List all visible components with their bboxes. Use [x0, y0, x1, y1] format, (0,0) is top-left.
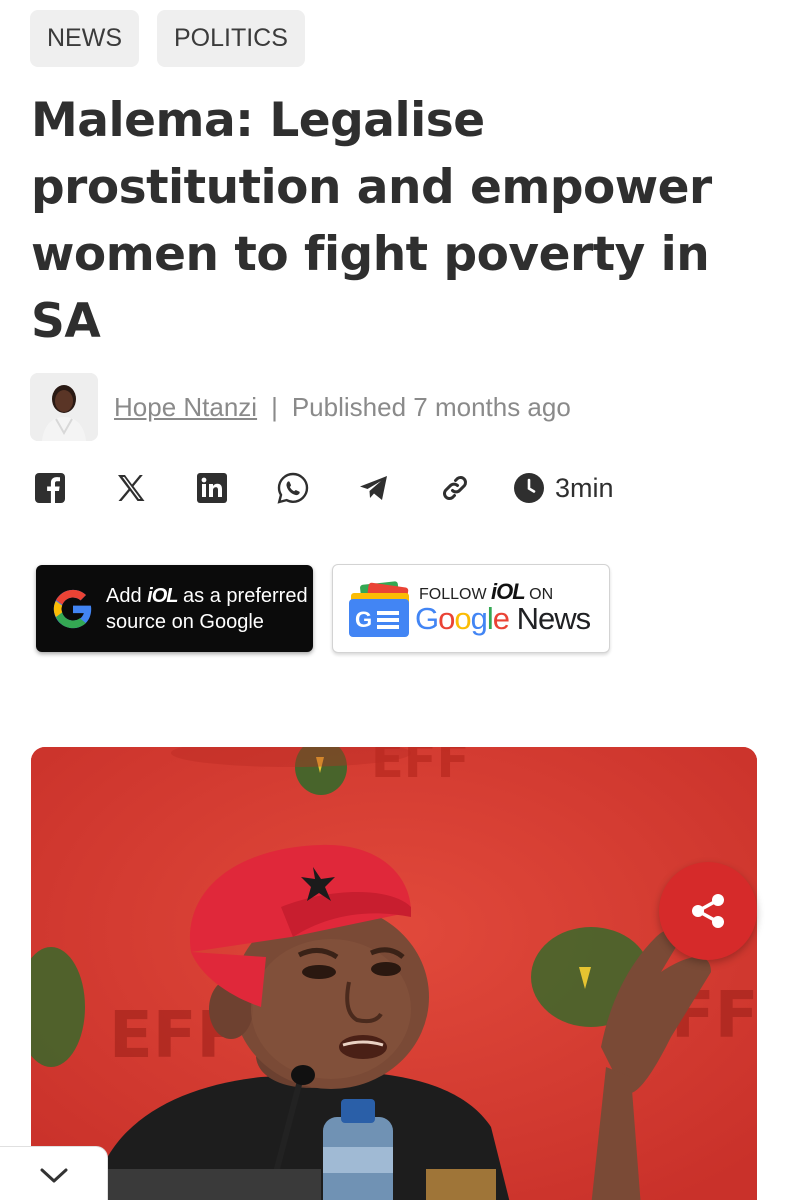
promo-line2: source on Google	[106, 610, 264, 633]
google-g-icon	[53, 589, 92, 628]
published-time: Published 7 months ago	[291, 391, 571, 422]
promo-line1-suffix: as a preferred	[177, 584, 308, 607]
svg-text:G: G	[355, 607, 372, 632]
telegram-icon[interactable]	[356, 470, 392, 506]
preferred-source-badge[interactable]: Add iOL as a preferred source on Google	[36, 565, 313, 652]
read-time-label: 3min	[555, 472, 614, 503]
author-link[interactable]: Hope Ntanzi	[114, 392, 257, 423]
facebook-icon[interactable]	[32, 470, 68, 506]
read-time: 3min	[513, 472, 614, 504]
google-wordmark: Google	[415, 601, 510, 636]
hero-image: EFF EFF FF	[31, 747, 757, 1200]
news-wordmark: News	[509, 601, 592, 636]
tag-politics[interactable]: POLITICS	[157, 10, 305, 67]
byline-text: Hope Ntanzi | Published 7 months ago	[114, 392, 571, 423]
linkedin-icon[interactable]	[194, 470, 230, 506]
chevron-down-icon	[40, 1168, 67, 1183]
google-news-wordmark: Google News	[415, 601, 592, 637]
link-icon[interactable]	[437, 470, 473, 506]
x-icon[interactable]	[113, 470, 149, 506]
author-avatar[interactable]	[30, 373, 98, 441]
byline-separator: |	[271, 391, 278, 422]
promo-add-label: Add	[106, 584, 142, 607]
tag-list: NEWS POLITICS	[30, 10, 305, 67]
whatsapp-icon[interactable]	[275, 470, 311, 506]
clock-icon	[514, 473, 544, 503]
collapse-toggle[interactable]	[0, 1146, 108, 1200]
hero-photo: EFF EFF FF	[31, 747, 757, 1200]
byline: Hope Ntanzi | Published 7 months ago	[30, 373, 571, 441]
share-fab-button[interactable]	[659, 862, 757, 960]
tag-news[interactable]: NEWS	[30, 10, 139, 67]
article-page: NEWS POLITICS Malema: Legalise prostitut…	[0, 0, 788, 1200]
article-headline: Malema: Legalise prostitution and empowe…	[31, 93, 712, 349]
follow-google-news-badge[interactable]: G FOLLOW iOL ON Google News	[332, 564, 610, 653]
preferred-source-text: Add iOL as a preferred source on Google	[106, 583, 308, 635]
share-bar: 3min	[32, 470, 614, 506]
share-icon	[692, 894, 724, 928]
iol-logo: iOL	[147, 584, 178, 607]
google-news-icon: G	[349, 581, 409, 637]
